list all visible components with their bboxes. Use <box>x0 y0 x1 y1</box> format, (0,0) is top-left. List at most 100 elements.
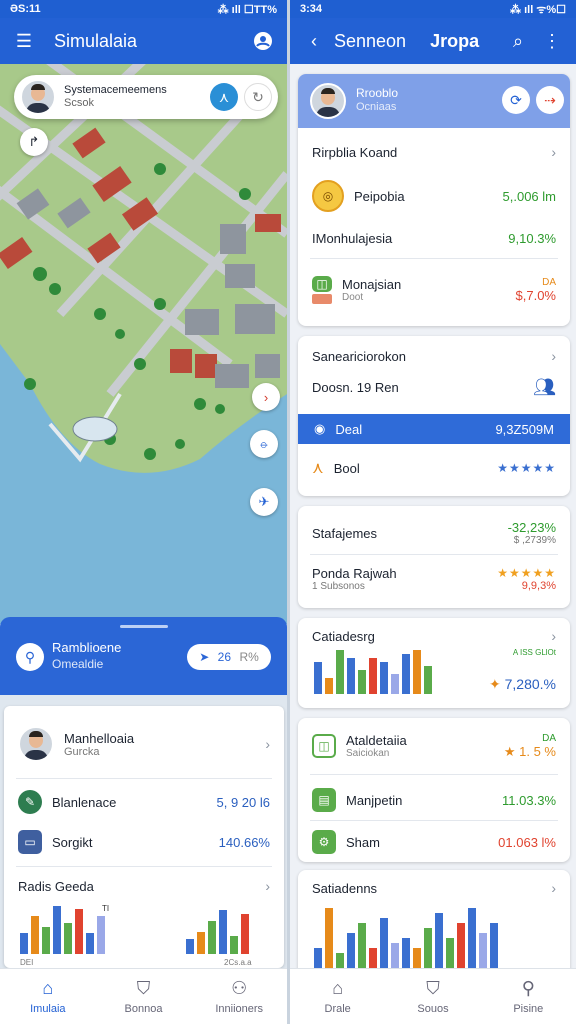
nav-item-profile[interactable]: ⚲ Pisine <box>481 969 576 1024</box>
rating-stars: ★★★★★ <box>497 461 556 475</box>
list-item[interactable]: Ponda Rajwah 1 Subsonos ★★★★★ 9,9,3% <box>298 562 570 596</box>
row-sub: Saiciokan <box>346 748 390 759</box>
pin-icon: ◉ <box>314 421 326 436</box>
card-title: Stafajemes <box>312 525 378 541</box>
left-screen: ƏS:11 ⁂ ıll ☐TT% ☰ Simulalaia Systemacem… <box>0 0 287 1024</box>
chevron-right-icon: › <box>265 878 270 894</box>
back-icon[interactable]: ‹ <box>300 27 328 55</box>
list-item[interactable]: ✎ Blanlenace 5, 9 20 l6 <box>4 788 284 816</box>
refresh-icon[interactable]: ↻ <box>244 83 272 111</box>
chart-bar <box>424 666 432 694</box>
status-time: ƏS:11 <box>10 3 41 15</box>
row-label: Peipobia <box>354 188 405 204</box>
card-header[interactable]: Rirpblia Koand › <box>298 140 570 164</box>
list-item[interactable]: ⋏ Bool ★★★★★ <box>298 456 570 480</box>
list-item[interactable]: ▭ Sorgikt 140.66% <box>4 828 284 856</box>
plane-icon[interactable]: ✈ <box>250 488 278 516</box>
nav-label: Drale <box>324 1003 351 1015</box>
chart-header[interactable]: Radis Geeda › <box>4 874 284 898</box>
list-item[interactable]: ◫ Monajsian Doot DA $,7.0% <box>298 270 570 310</box>
nav-item-users[interactable]: ⚇ Inniioners <box>191 969 287 1024</box>
bar-chart-a <box>20 904 105 954</box>
chart-bar <box>64 923 72 954</box>
app-subtitle: Jropa <box>430 30 480 51</box>
sheet-value-pill[interactable]: ➤ 26 R% <box>187 644 271 670</box>
card-header[interactable]: Satiadenns › <box>298 878 570 898</box>
profile-sub: Gurcka <box>64 745 100 758</box>
menu-icon[interactable]: ☰ <box>10 27 38 55</box>
link-icon[interactable]: ⇢ <box>536 86 564 114</box>
row-value: 01.063 l% <box>498 834 556 850</box>
list-item[interactable]: ◎ Peipobia 5,.006 lm <box>298 178 570 214</box>
row-value-top: DA <box>542 732 556 744</box>
compass-icon[interactable]: ↱ <box>20 128 48 156</box>
profile-circle-icon[interactable] <box>249 27 277 55</box>
chart-bar <box>97 916 105 954</box>
navigate-icon[interactable]: ⋏ <box>210 83 238 111</box>
profile-header[interactable]: Rrooblo Ocniaas ⟳ ⇢ <box>298 74 570 128</box>
chart-bar <box>31 916 39 954</box>
bag-icon: ⛉ <box>426 978 440 998</box>
chart-bar <box>402 654 410 694</box>
chart-bar <box>336 953 344 968</box>
coin-icon: ◎ <box>312 180 344 212</box>
chart-bar <box>20 933 28 954</box>
chart-bar <box>325 678 333 694</box>
chart-bar <box>336 650 344 694</box>
row-value-top: DA <box>542 277 556 288</box>
nav-item-home[interactable]: ⌂ Imulaia <box>0 969 96 1024</box>
home-icon: ⌂ <box>42 978 54 998</box>
row-sub: 1 Subsonos <box>312 581 365 592</box>
chevron-right-icon[interactable]: › <box>252 383 280 411</box>
profile-sub: Ocniaas <box>356 101 397 113</box>
chart-bar <box>230 936 238 954</box>
more-icon[interactable]: ⋮ <box>538 27 566 55</box>
chart-bar <box>53 906 61 954</box>
header-sub: $ ,2739% <box>513 535 556 546</box>
highlight-row[interactable]: ◉ Deal 9,3Z509M <box>298 414 570 444</box>
chart-bar <box>42 927 50 954</box>
list-item[interactable]: ▤ Manjpetin 11.03.3% <box>298 786 570 814</box>
row-label: Ponda Rajwah <box>312 566 397 581</box>
row-value: 140.66% <box>218 834 270 850</box>
card-title: Satiadenns <box>312 880 378 896</box>
list-item[interactable]: Doosn. 19 Ren 👥︎ <box>298 374 570 400</box>
list-item[interactable]: IMonhulajesia 9,10.3% <box>298 226 570 250</box>
list-item[interactable]: ◫ Ataldetaiia Saiciokan DA ★ 1. 5 % <box>298 728 570 764</box>
chevron-right-icon: › <box>551 880 556 896</box>
bottom-nav: ⌂ Imulaia ⛉ Bonnoa ⚇ Inniioners <box>0 968 287 1024</box>
nav-item-bag[interactable]: ⛉ Souos <box>385 969 480 1024</box>
chart-bar <box>446 938 454 968</box>
chart-bar <box>186 939 194 954</box>
bar-chart-b <box>186 904 249 954</box>
chart-bar <box>197 932 205 954</box>
sync-icon[interactable]: ⟳ <box>502 86 530 114</box>
chart-bar <box>314 662 322 694</box>
highlight-value: 9,3Z509M <box>495 421 554 437</box>
row-label: Manjpetin <box>346 792 403 808</box>
location-search-card[interactable]: Systemacemeemens Scsok ⋏ ↻ <box>14 75 278 119</box>
chart-bar <box>369 948 377 968</box>
chart-bar <box>435 913 443 968</box>
card-header[interactable]: Saneariciorokon › <box>298 344 570 368</box>
route-sheet[interactable]: ⚲ Ramblioene Omealdie ➤ 26 R% <box>0 617 287 695</box>
nav-item-shield[interactable]: ⛉ Bonnoa <box>96 969 192 1024</box>
nav-item-home[interactable]: ⌂ Drale <box>290 969 385 1024</box>
card-header[interactable]: Catiadesrg › <box>298 626 570 646</box>
chart-bar <box>413 948 421 968</box>
card-header[interactable]: Stafajemes -32,23% $ ,2739% <box>298 516 570 550</box>
chevron-right-icon: › <box>551 628 556 644</box>
wallet-icon: ◫ <box>312 276 332 292</box>
direction-icon[interactable]: ⦵ <box>250 430 278 458</box>
profile-row[interactable]: Manhelloaia Gurcka › <box>4 722 284 766</box>
row-value: 11.03.3% <box>502 792 556 808</box>
search-icon[interactable]: ⌕ <box>504 27 532 55</box>
sheet-handle[interactable] <box>120 625 168 628</box>
row-value: 9,9,3% <box>521 580 556 592</box>
chart-bar <box>457 923 465 968</box>
list-item[interactable]: ⚙ Sham 01.063 l% <box>298 828 570 856</box>
header-value: -32,23% <box>507 520 556 535</box>
nav-label: Pisine <box>513 1003 544 1015</box>
row-sub: Doot <box>342 292 364 303</box>
card-title: Saneariciorokon <box>312 348 406 364</box>
